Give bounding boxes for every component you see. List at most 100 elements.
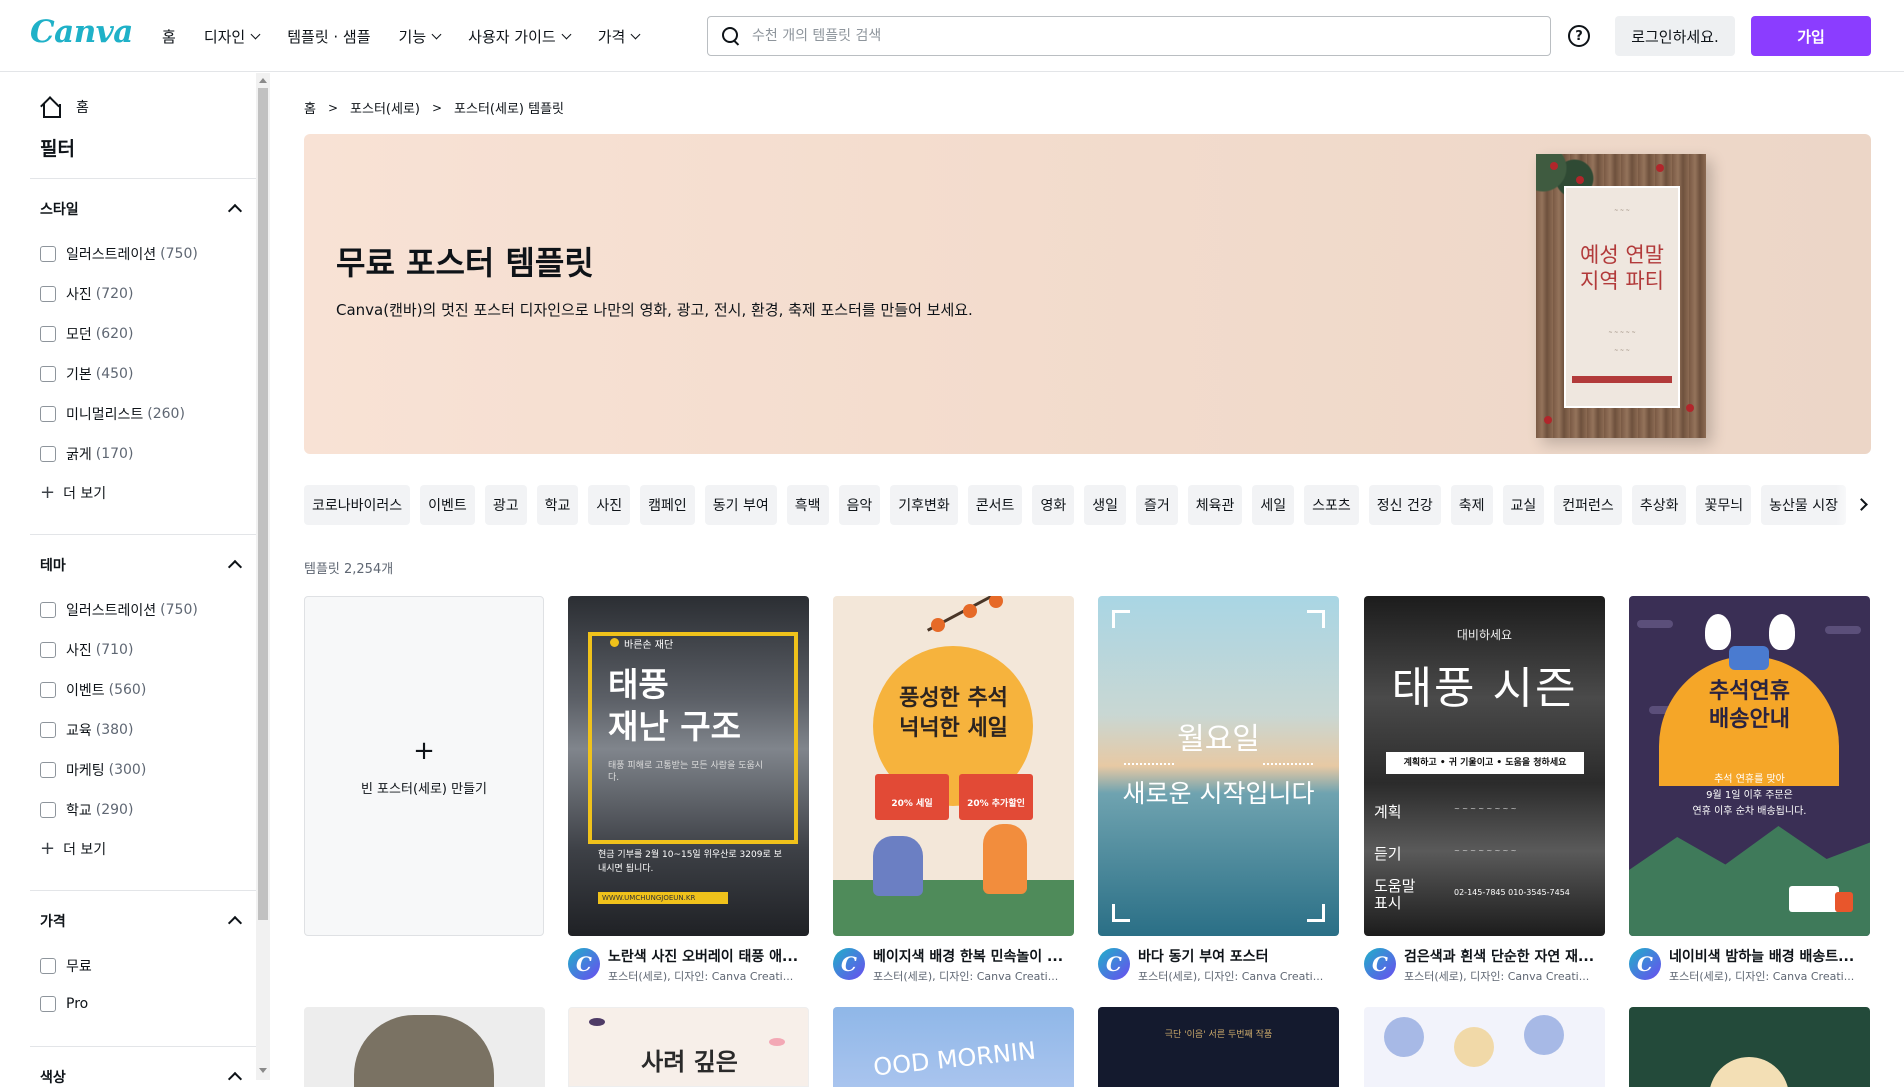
checkbox[interactable] bbox=[40, 602, 56, 618]
template-name[interactable]: 베이지색 배경 한복 민속놀이 ... bbox=[873, 946, 1073, 966]
filter-option[interactable]: 모던 (620) bbox=[40, 324, 133, 344]
dot bbox=[610, 638, 619, 647]
section-title-price[interactable]: 가격 bbox=[40, 911, 66, 931]
filter-option[interactable]: 일러스트레이션 (750) bbox=[40, 600, 198, 620]
template-thumbnail[interactable]: 대비하세요 태풍 시즌 계획하고 • 귀 기울이고 • 도움을 청하세요 계획 … bbox=[1364, 596, 1605, 936]
sidebar-home-link[interactable]: 홈 bbox=[40, 97, 89, 118]
checkbox[interactable] bbox=[40, 722, 56, 738]
chip[interactable]: 이벤트 bbox=[420, 485, 475, 525]
template-thumbnail[interactable]: 풍성한 추석 넉넉한 세일 20% 세일 20% 추가할인 bbox=[833, 596, 1074, 936]
template-name[interactable]: 노란색 사진 오버레이 태풍 애... bbox=[608, 946, 808, 966]
show-more-style[interactable]: + 더 보기 bbox=[40, 482, 106, 503]
template-thumbnail[interactable]: 바른손 재단 태풍 재난 구조 태풍 피해로 고통받는 모든 사람을 도웁시다. … bbox=[568, 596, 809, 936]
chip[interactable]: 세일 bbox=[1252, 485, 1295, 525]
search-input[interactable] bbox=[752, 28, 1512, 44]
checkbox[interactable] bbox=[40, 958, 56, 974]
chip[interactable]: 동기 부여 bbox=[704, 485, 777, 525]
chip[interactable]: 교실 bbox=[1502, 485, 1545, 525]
template-thumbnail[interactable]: OOD MORNIN bbox=[833, 1007, 1074, 1087]
nav-design[interactable]: 디자인 bbox=[190, 16, 273, 56]
option-label: 굵게 bbox=[66, 447, 92, 463]
checkbox[interactable] bbox=[40, 446, 56, 462]
sidebar-scroll-thumb[interactable] bbox=[258, 88, 268, 920]
nav-pricing[interactable]: 가격 bbox=[584, 16, 654, 56]
template-card[interactable]: 추석연휴 배송안내 추석 연휴를 맞아 9월 1일 이후 주문은 연휴 이후 순차 배… bbox=[1629, 596, 1870, 986]
filter-option[interactable]: 미니멀리스트 (260) bbox=[40, 404, 185, 424]
checkbox[interactable] bbox=[40, 802, 56, 818]
nav-home[interactable]: 홈 bbox=[148, 16, 190, 56]
search-bar[interactable] bbox=[707, 16, 1551, 56]
chip[interactable]: 학교 bbox=[536, 485, 579, 525]
checkbox[interactable] bbox=[40, 762, 56, 778]
chip[interactable]: 컨퍼런스 bbox=[1554, 485, 1622, 525]
chip[interactable]: 생일 bbox=[1084, 485, 1126, 525]
create-blank-poster-card[interactable]: + 빈 포스터(세로) 만들기 bbox=[304, 596, 544, 936]
login-button[interactable]: 로그인하세요. bbox=[1615, 16, 1735, 56]
filter-option[interactable]: 사진 (720) bbox=[40, 284, 133, 304]
section-title-style[interactable]: 스타일 bbox=[40, 199, 79, 219]
checkbox[interactable] bbox=[40, 682, 56, 698]
chip[interactable]: 즐거 bbox=[1135, 485, 1178, 525]
breadcrumb-home[interactable]: 홈 bbox=[304, 98, 316, 117]
template-thumbnail[interactable]: 월요일 새로운 시작입니다 bbox=[1098, 596, 1339, 936]
chip[interactable]: 흑백 bbox=[786, 485, 829, 525]
chip[interactable]: 영화 bbox=[1032, 485, 1075, 525]
signup-button[interactable]: 가입 bbox=[1751, 16, 1871, 56]
chip[interactable]: 사진 bbox=[588, 485, 631, 525]
filter-option[interactable]: 사진 (710) bbox=[40, 640, 133, 660]
template-thumbnail[interactable]: 극단 '이음' 서른 두번째 작품 bbox=[1098, 1007, 1339, 1087]
chip[interactable]: 콘서트 bbox=[967, 485, 1023, 525]
chip[interactable]: 꽃무늬 bbox=[1696, 485, 1752, 525]
show-more-theme[interactable]: + 더 보기 bbox=[40, 838, 106, 859]
nav-templates[interactable]: 템플릿 · 샘플 bbox=[273, 16, 384, 56]
section-title-color[interactable]: 색상 bbox=[40, 1067, 66, 1087]
scroll-up-arrow-icon[interactable] bbox=[259, 78, 267, 83]
filter-option[interactable]: 무료 bbox=[40, 956, 92, 976]
chip[interactable]: 캠페인 bbox=[640, 485, 695, 525]
chip[interactable]: 농산물 시장 bbox=[1761, 485, 1846, 525]
chip[interactable]: 정신 건강 bbox=[1368, 485, 1441, 525]
filter-option[interactable]: 마케팅 (300) bbox=[40, 760, 146, 780]
chip[interactable]: 음악 bbox=[838, 485, 881, 525]
checkbox[interactable] bbox=[40, 406, 56, 422]
template-thumbnail[interactable]: 추석연휴 배송안내 추석 연휴를 맞아 9월 1일 이후 주문은 연휴 이후 순차 배… bbox=[1629, 596, 1870, 936]
chip[interactable]: 체육관 bbox=[1187, 485, 1243, 525]
section-title-theme[interactable]: 테마 bbox=[40, 555, 66, 575]
filter-option[interactable]: 굵게 (170) bbox=[40, 444, 133, 464]
checkbox[interactable] bbox=[40, 996, 56, 1012]
template-card[interactable]: 대비하세요 태풍 시즌 계획하고 • 귀 기울이고 • 도움을 청하세요 계획 … bbox=[1364, 596, 1605, 986]
checkbox[interactable] bbox=[40, 642, 56, 658]
filter-option[interactable]: Pro bbox=[40, 996, 88, 1012]
template-name[interactable]: 네이비색 밤하늘 배경 배송트... bbox=[1669, 946, 1869, 966]
filter-option[interactable]: 기본 (450) bbox=[40, 364, 133, 384]
help-icon[interactable]: ? bbox=[1568, 25, 1590, 47]
template-thumbnail[interactable] bbox=[304, 1007, 545, 1087]
chip[interactable]: 기후변화 bbox=[890, 485, 958, 525]
checkbox[interactable] bbox=[40, 286, 56, 302]
chip[interactable]: 추상화 bbox=[1631, 485, 1687, 525]
template-thumbnail[interactable]: 사려 깊은 bbox=[568, 1007, 809, 1087]
chip[interactable]: 축제 bbox=[1450, 485, 1493, 525]
chip[interactable]: 광고 bbox=[484, 485, 527, 525]
filter-option[interactable]: 학교 (290) bbox=[40, 800, 133, 820]
template-name[interactable]: 바다 동기 부여 포스터 bbox=[1138, 946, 1338, 966]
template-card[interactable]: 풍성한 추석 넉넉한 세일 20% 세일 20% 추가할인 C 베이지색 배경 한… bbox=[833, 596, 1074, 986]
checkbox[interactable] bbox=[40, 366, 56, 382]
template-thumbnail[interactable] bbox=[1629, 1007, 1870, 1087]
checkbox[interactable] bbox=[40, 326, 56, 342]
scroll-down-arrow-icon[interactable] bbox=[259, 1068, 267, 1073]
template-thumbnail[interactable] bbox=[1364, 1007, 1605, 1087]
template-card[interactable]: 바른손 재단 태풍 재난 구조 태풍 피해로 고통받는 모든 사람을 도웁시다. … bbox=[568, 596, 809, 986]
chip[interactable]: 스포츠 bbox=[1304, 485, 1359, 525]
breadcrumb-poster[interactable]: 포스터(세로) bbox=[350, 98, 420, 117]
chip[interactable]: 코로나바이러스 bbox=[304, 485, 411, 525]
filter-option[interactable]: 교육 (380) bbox=[40, 720, 133, 740]
template-name[interactable]: 검은색과 흰색 단순한 자연 재... bbox=[1404, 946, 1604, 966]
nav-guide[interactable]: 사용자 가이드 bbox=[454, 16, 584, 56]
template-card[interactable]: 월요일 새로운 시작입니다 C 바다 동기 부여 포스터 포스터(세로), 디자… bbox=[1098, 596, 1339, 986]
filter-option[interactable]: 일러스트레이션 (750) bbox=[40, 244, 198, 264]
checkbox[interactable] bbox=[40, 246, 56, 262]
nav-features[interactable]: 기능 bbox=[385, 16, 455, 56]
canva-logo[interactable]: Canva bbox=[30, 14, 133, 50]
filter-option[interactable]: 이벤트 (560) bbox=[40, 680, 146, 700]
